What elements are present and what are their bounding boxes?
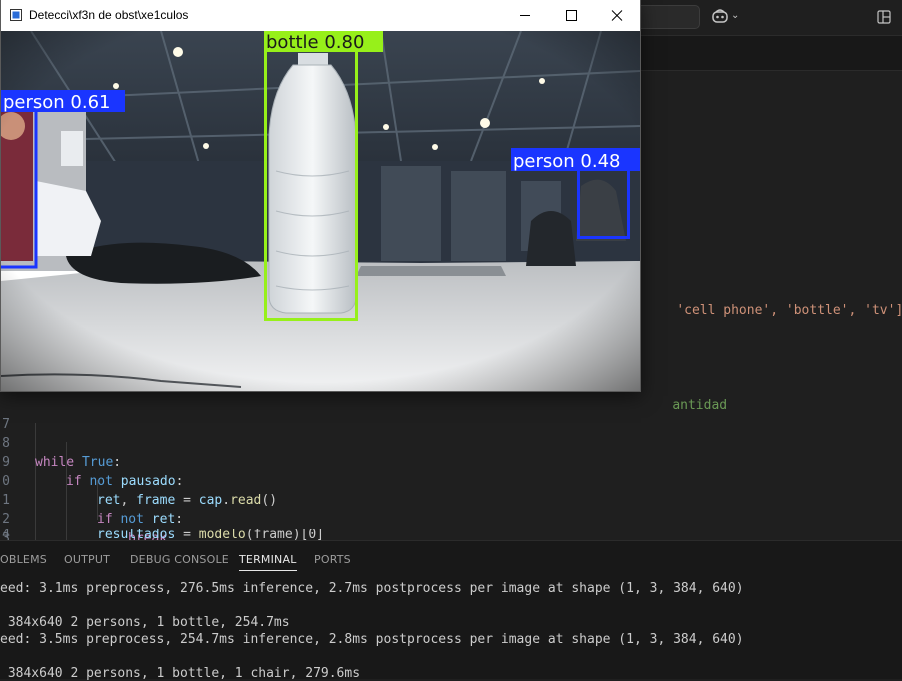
detection-window[interactable]: Detecci\xf3n de obst\xe1culos person 0.6…	[0, 0, 641, 392]
chevron-down-icon[interactable]: ⌄	[731, 10, 739, 21]
detection-label-person-left: person 0.61	[3, 92, 111, 113]
close-button[interactable]	[594, 0, 640, 31]
frame-vignette	[1, 31, 640, 391]
tab-output[interactable]: OUTPUT	[64, 553, 110, 566]
minimize-button[interactable]	[502, 0, 548, 31]
code-line: 7	[2, 417, 10, 432]
terminal-line: eed: 3.5ms preprocess, 254.7ms inference…	[0, 632, 744, 647]
detection-label-bottle: bottle 0.80	[266, 32, 364, 53]
terminal-line: eed: 3.1ms preprocess, 276.5ms inference…	[0, 581, 744, 596]
camera-frame: person 0.61 bottle 0.80 person 0.48	[1, 31, 640, 391]
layout-icon[interactable]	[877, 10, 891, 24]
window-title: Detecci\xf3n de obst\xe1culos	[29, 8, 189, 22]
close-icon	[611, 10, 623, 21]
maximize-icon	[566, 10, 577, 21]
terminal-line: 384x640 2 persons, 1 bottle, 1 chair, 27…	[0, 666, 361, 681]
detection-label-person-right: person 0.48	[513, 151, 621, 172]
tab-problems[interactable]: OBLEMS	[0, 553, 47, 566]
command-center-search[interactable]	[632, 5, 700, 29]
window-app-icon	[10, 9, 22, 21]
code-line: 3	[2, 531, 10, 546]
code-comment-fragment: antidad	[672, 398, 728, 413]
tab-debug-console[interactable]: DEBUG CONSOLE	[130, 553, 229, 566]
terminal-line: 384x640 2 persons, 1 bottle, 254.7ms	[0, 615, 290, 630]
code-line: 9 if not pausado:	[2, 455, 184, 489]
copilot-icon[interactable]	[712, 9, 728, 23]
minimize-icon	[520, 15, 530, 16]
code-line: 2 break	[2, 512, 168, 546]
code-line: 4 resultados = modelo(frame)[0]	[2, 529, 325, 540]
code-line: 1 if not ret:	[2, 493, 184, 527]
bottom-panel: OBLEMS OUTPUT DEBUG CONSOLE TERMINAL POR…	[0, 540, 902, 681]
code-class-list-fragment: 'cell phone', 'bottle', 'tv']	[676, 303, 902, 318]
code-line: 0 ret, frame = cap.read()	[2, 474, 278, 508]
maximize-button[interactable]	[548, 0, 594, 31]
tab-terminal[interactable]: TERMINAL	[239, 553, 297, 571]
code-line: 8 while True:	[2, 436, 122, 470]
detection-window-titlebar[interactable]: Detecci\xf3n de obst\xe1culos	[1, 0, 640, 31]
tab-ports[interactable]: PORTS	[314, 553, 351, 566]
